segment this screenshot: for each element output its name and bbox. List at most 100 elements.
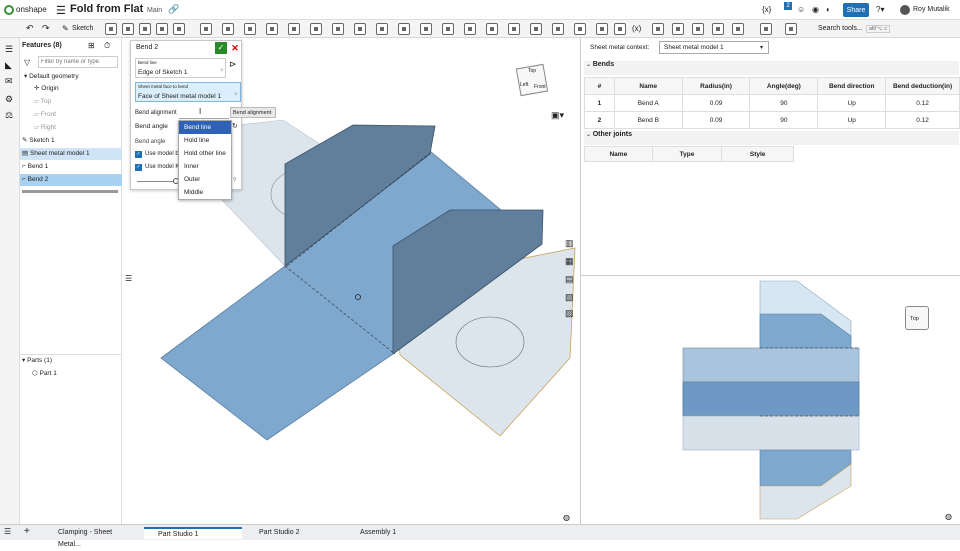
clear-icon[interactable]: × xyxy=(234,92,238,98)
corner-icon[interactable] xyxy=(530,23,542,35)
option-bend-line[interactable]: Bend line xyxy=(179,121,231,134)
mirror-icon[interactable] xyxy=(332,23,344,35)
tab-part-studio-2[interactable]: Part Studio 2 xyxy=(245,527,343,539)
tree-item-bend-1[interactable]: ⌐ Bend 1 xyxy=(20,161,122,173)
help-icon[interactable]: ? xyxy=(233,178,236,184)
filter-icon[interactable]: ▽ xyxy=(24,58,30,67)
clear-icon[interactable]: × xyxy=(220,68,224,74)
link-icon[interactable]: 🔗 xyxy=(168,4,179,15)
column-header[interactable]: Bend direction xyxy=(817,77,887,95)
table-cell[interactable]: Up xyxy=(817,111,887,129)
plane-icon[interactable] xyxy=(420,23,432,35)
loft-icon[interactable] xyxy=(156,23,168,35)
undo-icon[interactable]: ↶ xyxy=(26,23,34,34)
bends-section-header[interactable]: ⌄ Bends xyxy=(584,61,959,75)
sweep-icon[interactable] xyxy=(139,23,151,35)
rip-icon[interactable] xyxy=(596,23,608,35)
render-icon[interactable] xyxy=(692,23,704,35)
column-header[interactable]: Radius(in) xyxy=(681,77,751,95)
feature-filter-input[interactable] xyxy=(38,56,118,68)
joints-icon[interactable]: ▧ xyxy=(565,292,574,303)
bend-relief-icon[interactable] xyxy=(552,23,564,35)
tab-icon[interactable] xyxy=(508,23,520,35)
table-cell[interactable]: 0.12 xyxy=(885,94,960,112)
view-triad-icon[interactable]: ◍ xyxy=(563,513,570,522)
compass-icon[interactable]: ◐ xyxy=(826,5,831,14)
tab-assembly-1[interactable]: Assembly 1 xyxy=(346,527,444,539)
sheet-metal-icon[interactable] xyxy=(464,23,476,35)
unfold-icon[interactable] xyxy=(614,23,626,35)
bend-alignment-select[interactable] xyxy=(179,107,229,119)
history-icon[interactable]: ⏱ xyxy=(104,41,110,51)
tab-part-studio-1[interactable]: Part Studio 1 xyxy=(144,527,242,539)
mass-properties-icon[interactable]: ⚖ xyxy=(5,110,13,121)
column-header[interactable]: Bend deduction(in) xyxy=(885,77,960,95)
redo-icon[interactable]: ↷ xyxy=(42,23,50,34)
tree-item-sheet-metal-model[interactable]: ▤ Sheet metal model 1 xyxy=(20,148,122,160)
option-middle[interactable]: Middle xyxy=(179,186,231,199)
parts-header[interactable]: ▾ Parts (1) xyxy=(20,355,122,367)
split-icon[interactable] xyxy=(376,23,388,35)
notification-badge[interactable]: 2 xyxy=(784,2,792,10)
confirm-button[interactable]: ✓ xyxy=(215,42,227,54)
view-triad-icon[interactable]: ◍ xyxy=(945,512,952,521)
tree-item-top-plane[interactable]: ▱ Top xyxy=(20,96,122,108)
use-model-bend-checkbox[interactable]: ✓ xyxy=(135,151,142,158)
option-hold-line[interactable]: Hold line xyxy=(179,134,231,147)
mate-connector-icon[interactable] xyxy=(442,23,454,35)
column-header[interactable]: Angle(deg) xyxy=(749,77,819,95)
extrude-icon[interactable] xyxy=(105,23,117,35)
add-folder-icon[interactable]: ⊞ xyxy=(88,41,95,50)
table-cell[interactable]: Up xyxy=(817,94,887,112)
tree-item-front-plane[interactable]: ▱ Front xyxy=(20,109,122,121)
form-icon[interactable] xyxy=(574,23,586,35)
revolve-icon[interactable] xyxy=(122,23,134,35)
hole-icon[interactable] xyxy=(288,23,300,35)
tab-clamping[interactable]: Clamping - Sheet Metal... xyxy=(44,527,136,548)
flat-base-lower[interactable] xyxy=(682,415,860,451)
branch-label[interactable]: Main xyxy=(147,7,162,14)
rollback-bar[interactable] xyxy=(22,190,118,193)
measure-icon[interactable] xyxy=(652,23,664,35)
column-header[interactable]: Type xyxy=(651,146,723,162)
menu-icon[interactable]: ☰ xyxy=(56,4,66,17)
chevron-down-icon[interactable]: ⌄ xyxy=(584,132,593,138)
use-model-k-checkbox[interactable]: ✓ xyxy=(135,164,142,171)
part-item[interactable]: ⬡ Part 1 xyxy=(20,368,122,380)
comments-icon[interactable]: ☺ xyxy=(797,5,805,14)
display-icon[interactable] xyxy=(712,23,724,35)
table-cell[interactable]: 0.09 xyxy=(681,111,751,129)
comments-panel-icon[interactable]: ✉ xyxy=(5,76,13,87)
sheet-metal-table-icon[interactable]: ▥ xyxy=(565,238,574,249)
column-header[interactable]: # xyxy=(584,77,615,95)
table-cell[interactable]: Bend B xyxy=(613,111,683,129)
thicken-icon[interactable] xyxy=(173,23,185,35)
add-tab-icon[interactable]: + xyxy=(24,526,30,537)
chamfer-icon[interactable] xyxy=(222,23,234,35)
help-icon[interactable]: ?▾ xyxy=(876,5,884,14)
option-hold-other-line[interactable]: Hold other line xyxy=(179,147,231,160)
column-header[interactable]: Name xyxy=(613,77,683,95)
joints-section-header[interactable]: ⌄ Other joints xyxy=(584,131,959,145)
bend-table-icon[interactable]: ▤ xyxy=(565,274,574,285)
frame-icon[interactable] xyxy=(732,23,744,35)
custom-feature-icon[interactable] xyxy=(785,23,797,35)
share-button[interactable]: Share xyxy=(843,3,869,17)
view-options-icon[interactable]: ▣▾ xyxy=(551,110,564,121)
tree-item-default-geometry[interactable]: ▾ Default geometry xyxy=(20,71,122,83)
onshape-logo[interactable]: onshape xyxy=(16,5,47,14)
table-cell[interactable]: 90 xyxy=(749,94,819,112)
fillet-icon[interactable] xyxy=(200,23,212,35)
flat-pattern-icon[interactable]: ▨ xyxy=(565,308,574,319)
tree-item-right-plane[interactable]: ▱ Right xyxy=(20,122,122,134)
cube-top-label[interactable]: Top xyxy=(910,316,919,322)
table-row[interactable]: 1 Bend A 0.09 90 Up 0.12 xyxy=(584,94,960,112)
table-row[interactable]: 2 Bend B 0.09 90 Up 0.12 xyxy=(584,111,960,129)
sketch-icon[interactable]: ✎ xyxy=(62,24,69,33)
flat-pattern-view[interactable]: Top ◍ xyxy=(580,275,960,524)
option-outer[interactable]: Outer xyxy=(179,173,231,186)
variable-icon[interactable]: (x) xyxy=(632,24,641,33)
search-tools-input[interactable]: Search tools... xyxy=(818,25,863,32)
shell-icon[interactable] xyxy=(266,23,278,35)
collapse-panel-icon[interactable]: ☰ xyxy=(125,274,132,283)
